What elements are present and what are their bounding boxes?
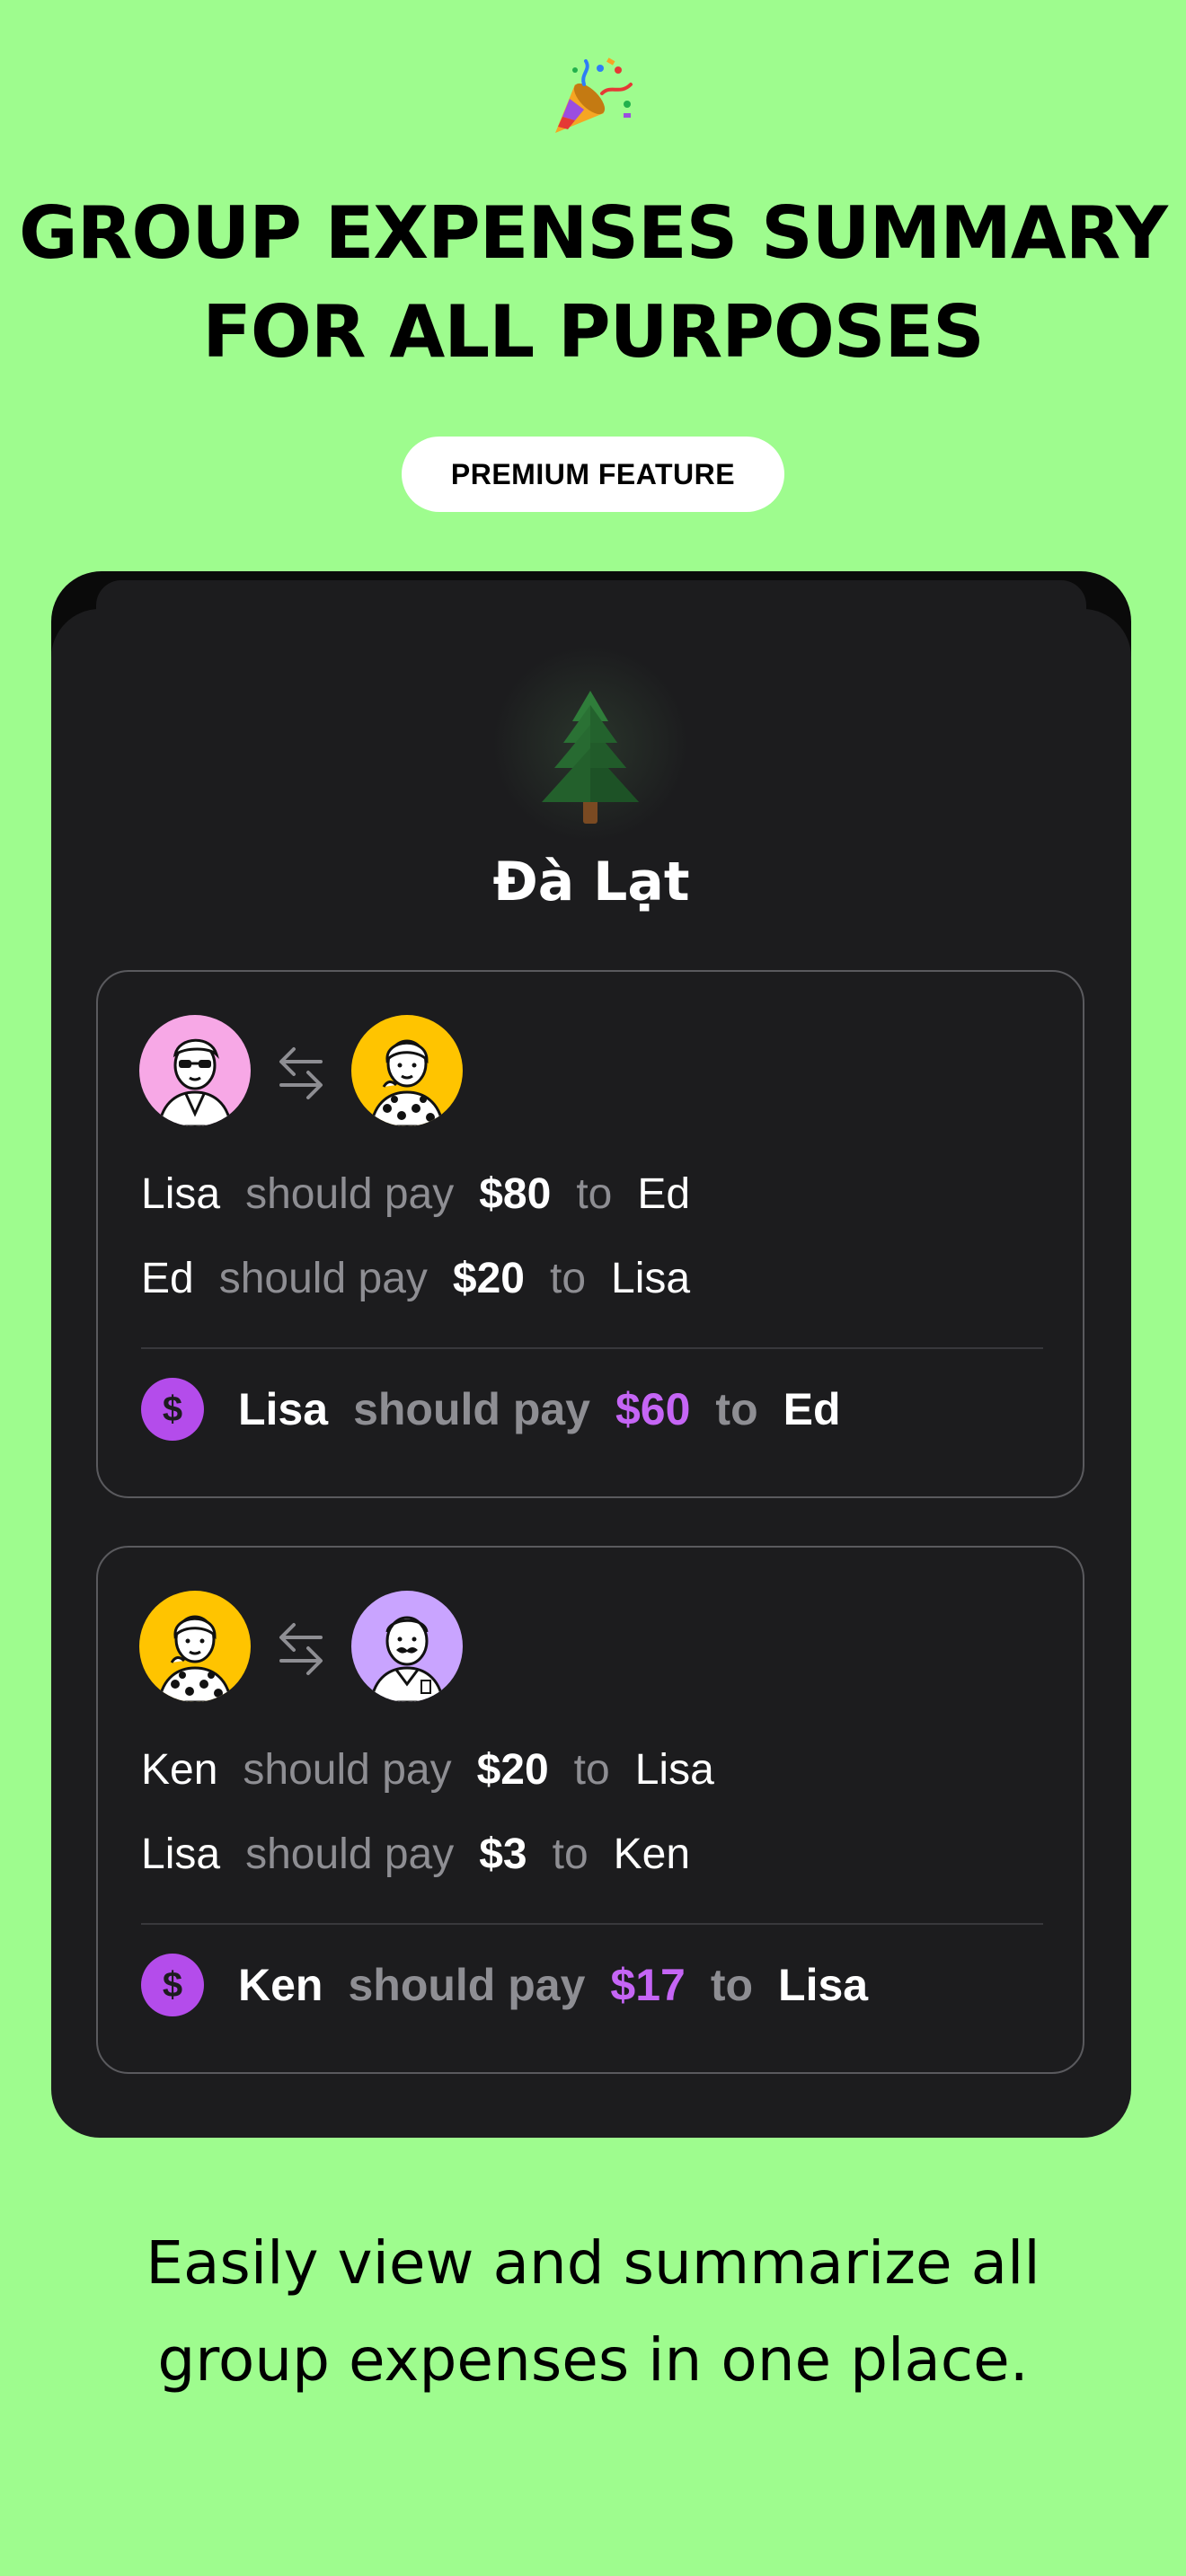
avatar-pink-sunglasses bbox=[139, 1015, 251, 1126]
divider bbox=[141, 1347, 1043, 1349]
to-text: to bbox=[576, 1170, 613, 1218]
to-text: to bbox=[710, 1960, 754, 2010]
debt-line: Ken should pay $20 to Lisa bbox=[141, 1743, 714, 1797]
headline-line-2: FOR ALL PURPOSES bbox=[202, 290, 985, 374]
group-title: Đà Lạt bbox=[492, 851, 690, 913]
verb-text: should pay bbox=[353, 1384, 590, 1434]
payer-name: Ken bbox=[238, 1960, 323, 2010]
payee-name: Lisa bbox=[611, 1255, 691, 1302]
payee-name: Lisa bbox=[778, 1960, 869, 2010]
verb-text: should pay bbox=[348, 1960, 586, 2010]
verb-text: should pay bbox=[218, 1255, 428, 1302]
dollar-coin-icon: $ bbox=[141, 1954, 204, 2016]
headline: GROUP EXPENSES SUMMARY FOR ALL PURPOSES bbox=[0, 184, 1186, 382]
net-amount: $17 bbox=[610, 1960, 686, 2010]
net-settlement-line: $ Lisa should pay $60 to Ed bbox=[141, 1378, 866, 1441]
settlement-card[interactable]: Lisa should pay $80 to Ed Ed should pay … bbox=[96, 970, 1084, 1498]
to-text: to bbox=[549, 1255, 587, 1302]
evergreen-tree-icon bbox=[542, 691, 639, 824]
avatar-yellow-polka-dot bbox=[351, 1015, 463, 1126]
amount: $3 bbox=[479, 1831, 527, 1878]
dollar-coin-icon: $ bbox=[141, 1378, 204, 1441]
debt-line: Ed should pay $20 to Lisa bbox=[141, 1252, 690, 1306]
footer-caption: Easily view and summarize all group expe… bbox=[0, 2215, 1186, 2409]
footer-line-2: group expenses in one place. bbox=[157, 2325, 1029, 2395]
to-text: to bbox=[573, 1746, 610, 1794]
group-summary-card: Đà Lạt Lisa should pay $80 to Ed Ed shou… bbox=[51, 609, 1131, 2138]
footer-line-1: Easily view and summarize all bbox=[146, 2228, 1040, 2298]
headline-line-1: GROUP EXPENSES SUMMARY bbox=[19, 191, 1168, 275]
amount: $20 bbox=[476, 1746, 549, 1794]
net-settlement-line: $ Ken should pay $17 to Lisa bbox=[141, 1954, 893, 2016]
payee-name: Ed bbox=[637, 1170, 691, 1218]
payer-name: Lisa bbox=[238, 1384, 329, 1434]
amount: $20 bbox=[452, 1255, 525, 1302]
debt-line: Lisa should pay $80 to Ed bbox=[141, 1168, 690, 1222]
verb-text: should pay bbox=[245, 1170, 455, 1218]
verb-text: should pay bbox=[245, 1831, 455, 1878]
payee-name: Ed bbox=[783, 1384, 841, 1434]
payee-name: Ken bbox=[613, 1831, 691, 1878]
payee-name: Lisa bbox=[634, 1746, 714, 1794]
divider bbox=[141, 1923, 1043, 1925]
net-amount: $60 bbox=[615, 1384, 691, 1434]
to-text: to bbox=[552, 1831, 589, 1878]
payer-name: Lisa bbox=[141, 1170, 221, 1218]
settlement-card[interactable]: Ken should pay $20 to Lisa Lisa should p… bbox=[96, 1546, 1084, 2074]
payer-name: Lisa bbox=[141, 1831, 221, 1878]
amount: $80 bbox=[479, 1170, 552, 1218]
avatar-purple-mustache bbox=[351, 1591, 463, 1702]
avatar-yellow-polka-dot bbox=[139, 1591, 251, 1702]
verb-text: should pay bbox=[243, 1746, 452, 1794]
premium-feature-badge: PREMIUM FEATURE bbox=[402, 437, 784, 512]
to-text: to bbox=[715, 1384, 758, 1434]
debt-line: Lisa should pay $3 to Ken bbox=[141, 1828, 690, 1882]
swap-arrows-icon bbox=[279, 1047, 323, 1099]
payer-name: Ken bbox=[141, 1746, 218, 1794]
swap-arrows-icon bbox=[279, 1623, 323, 1675]
party-popper-icon bbox=[555, 57, 633, 133]
payer-name: Ed bbox=[141, 1255, 194, 1302]
